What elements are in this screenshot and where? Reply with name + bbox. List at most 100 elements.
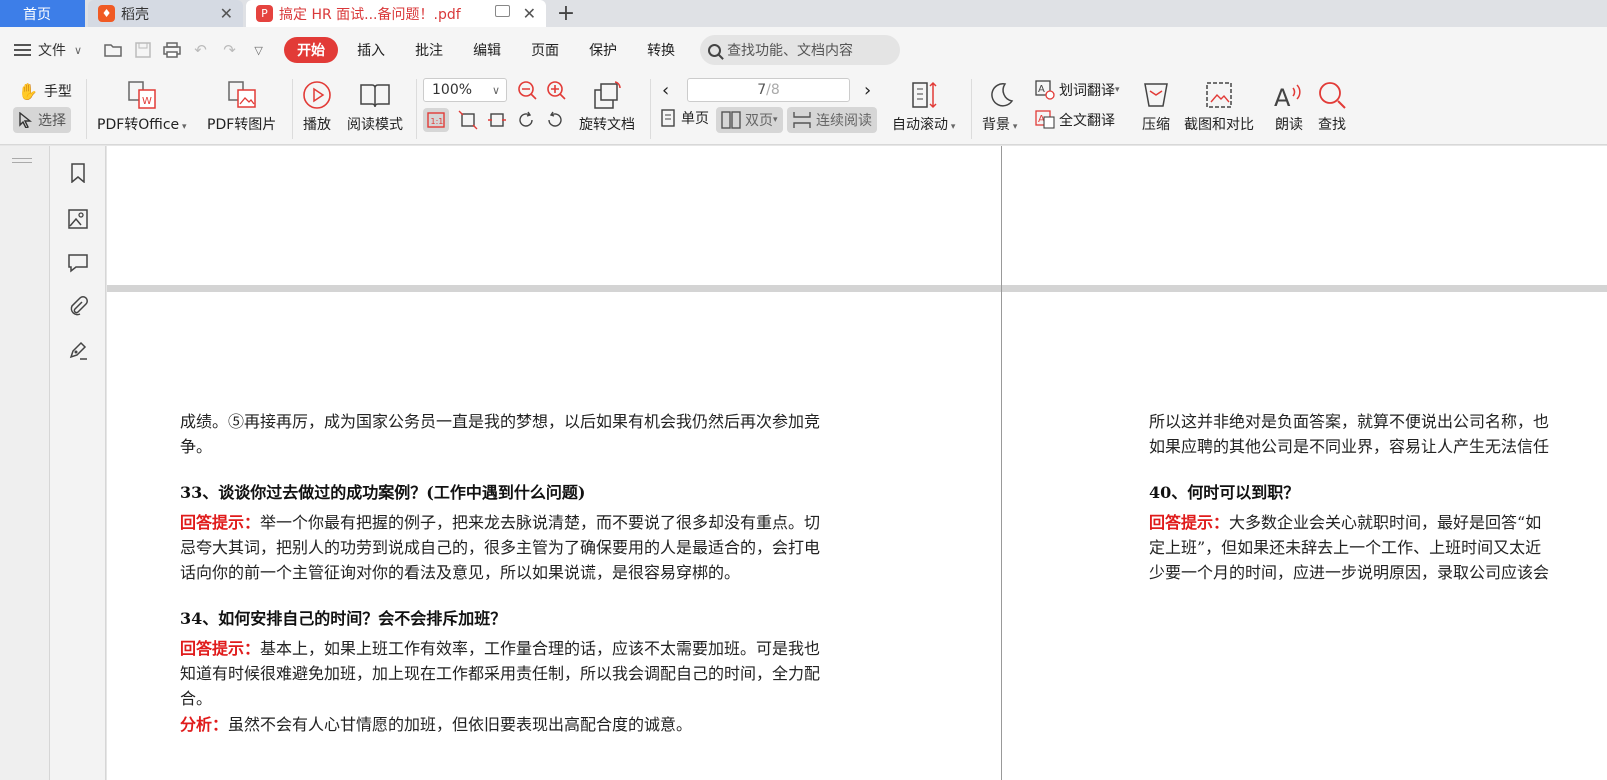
new-tab-button[interactable]: + [546,0,586,27]
view-controls: 1:1 [423,108,565,132]
open-folder-icon[interactable] [104,41,123,59]
tab-annotate[interactable]: 批注 [400,37,458,63]
undo-icon[interactable]: ↶ [191,41,210,59]
side-toolbar [50,146,106,780]
search-icon [708,43,722,57]
full-translate-button[interactable]: A 全文翻译 [1035,110,1115,130]
feature-search-input[interactable]: 查找功能、文档内容 [700,35,901,65]
svg-text:A: A [1274,84,1291,110]
tab-page[interactable]: 页面 [516,37,574,63]
previous-page-icon[interactable]: ‹ [662,80,669,101]
background-button[interactable]: 背景 ▾ [982,79,1017,134]
play-button[interactable]: 播放 [301,79,333,134]
answer-hint-label: 回答提示： [180,639,261,658]
image-icon[interactable] [67,208,89,230]
translate-icon: A [1035,80,1055,100]
tab-daoke-label: 稻壳 [121,6,149,23]
fit-width-icon[interactable] [487,110,507,130]
find-button[interactable]: 查找 [1316,79,1348,134]
chevron-down-icon: ∨ [491,83,500,97]
zoom-value: 100% [432,82,473,98]
answer-line: 回答提示：基本上，如果上班工作有效率，工作量合理的话，应该不太需要加班。可是我也 [180,636,820,661]
paragraph-line: 争。 [180,437,213,456]
screenshot-icon [1203,79,1235,111]
menu-row: 文件 ∨ ↶ ↷ ▽ 开始 插入 批注 编辑 页面 保护 转换 查找功能、文档内… [0,27,1607,73]
word-translate-button[interactable]: A 划词翻译 ▾ [1035,80,1120,100]
document-viewer[interactable]: 成绩。⑤再接再厉，成为国家公务员一直是我的梦想，以后如果有机会我仍然后再次参加竞… [107,146,1607,780]
monitor-icon[interactable] [495,5,510,17]
answer-text: 举一个你最有把握的例子，把来龙去脉说清楚，而不要说了很多却没有重点。切 [260,513,821,532]
translate-icon: A [1035,110,1055,129]
answer-line: 知道有时候很难避免加班，加上现在工作都采用责任制，所以我会调配自己的时间，全力配 [180,664,821,683]
select-tool-label: 选择 [38,113,66,129]
tab-start[interactable]: 开始 [284,37,339,63]
attachment-icon[interactable] [67,295,89,317]
tab-edit[interactable]: 编辑 [458,37,516,63]
file-menu-label: 文件 [38,43,66,59]
signature-icon[interactable] [67,339,89,361]
compress-icon [1140,79,1172,111]
drag-handle[interactable] [12,158,32,163]
pdf-to-office-button[interactable]: W PDF转Office ▾ [97,79,187,134]
hand-icon: ✋ [18,81,38,101]
tab-convert[interactable]: 转换 [632,37,690,63]
customize-dropdown-icon[interactable]: ▽ [249,41,268,59]
rotate-document-button[interactable]: 旋转文档 [579,79,635,134]
svg-text:W: W [142,96,152,107]
next-page-icon[interactable]: › [864,80,871,101]
read-aloud-icon: A [1273,79,1305,111]
close-icon[interactable]: ✕ [220,4,233,23]
chevron-down-icon: ▾ [773,115,778,125]
word-translate-label: 划词翻译 [1059,83,1115,99]
hand-tool-button[interactable]: ✋ 手型 [18,81,72,101]
double-page-icon [721,111,741,129]
actual-size-icon[interactable]: 1:1 [423,108,449,132]
page-number-input[interactable]: 7/8 [687,78,850,102]
pdf-to-image-button[interactable]: PDF转图片 [207,79,276,134]
paragraph-line: 成绩。⑤再接再厉，成为国家公务员一直是我的梦想，以后如果有机会我仍然后再次参加竞 [180,412,821,431]
daoke-logo-icon: ♦ [98,5,115,22]
rotate-right-icon[interactable] [545,110,565,130]
fit-page-icon[interactable] [458,110,478,130]
file-menu[interactable]: 文件 ∨ [14,40,82,60]
tab-insert[interactable]: 插入 [342,37,400,63]
play-label: 播放 [303,117,331,133]
pdf-to-office-icon: W [126,79,158,111]
rotate-left-icon[interactable] [516,110,536,130]
divider [650,79,651,139]
comment-icon[interactable] [67,252,89,274]
quick-access-toolbar: ↶ ↷ ▽ [104,41,268,59]
find-label: 查找 [1318,117,1346,133]
bookmark-icon[interactable] [67,162,89,184]
chevron-down-icon: ▾ [1115,85,1120,95]
tab-protect[interactable]: 保护 [574,37,632,63]
zoom-in-icon[interactable] [546,80,567,101]
double-page-button[interactable]: 双页 ▾ [716,107,783,133]
pdf-to-image-label: PDF转图片 [207,117,277,133]
save-icon[interactable] [133,41,152,59]
moon-icon [984,79,1016,111]
analysis-line: 分析：虽然不会有人心甘情愿的加班，但依旧要表现出高配合度的诚意。 [180,712,692,737]
tab-pdf-document[interactable]: P 搞定 HR 面试...备问题！.pdf ✕ [246,0,546,27]
read-mode-button[interactable]: 阅读模式 [347,79,403,134]
auto-scroll-button[interactable]: 自动滚动 ▾ [892,79,955,134]
answer-line: 回答提示：大多数企业会关心就职时间，最好是回答“如 [1149,510,1541,535]
question-heading: 34、如何安排自己的时间？会不会排斥加班？ [180,609,507,628]
select-tool-button[interactable]: 选择 [13,107,71,133]
zoom-select[interactable]: 100% ∨ [423,78,507,102]
zoom-out-icon[interactable] [517,80,538,101]
compress-button[interactable]: 压缩 [1140,79,1172,134]
continuous-read-button[interactable]: 连续阅读 [787,107,877,133]
tab-home[interactable]: 首页 [0,0,85,27]
close-icon[interactable]: ✕ [523,4,536,23]
cursor-icon [19,112,32,128]
read-aloud-button[interactable]: A 朗读 [1273,79,1305,134]
chevron-down-icon: ∨ [74,43,83,57]
search-placeholder: 查找功能、文档内容 [727,43,854,59]
print-icon[interactable] [162,41,181,59]
single-page-button[interactable]: 单页 [661,108,709,128]
tab-daoke[interactable]: ♦ 稻壳 ✕ [88,0,243,27]
screenshot-compare-button[interactable]: 截图和对比 [1184,79,1254,134]
single-page-label: 单页 [681,111,709,127]
redo-icon[interactable]: ↷ [220,41,239,59]
